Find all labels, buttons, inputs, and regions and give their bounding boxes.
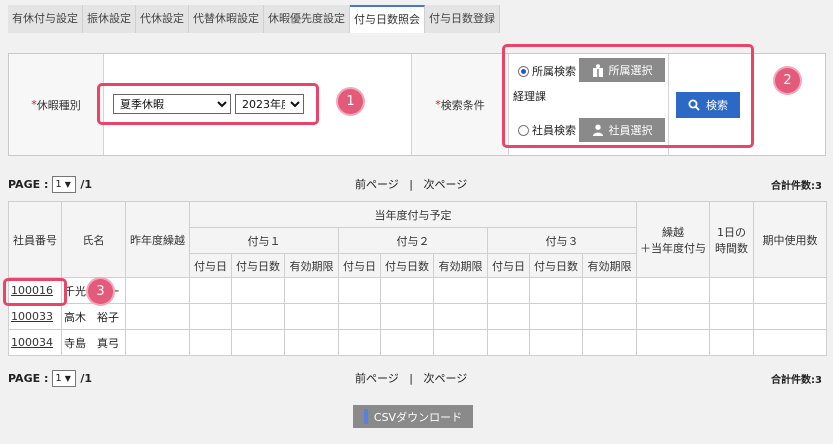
header-expiry: 有効期限 [581,253,638,278]
page-total: /1 [80,371,93,385]
header-plan: 当年度付与予定 [188,201,638,228]
header-expiry: 有効期限 [284,253,339,278]
page-label: PAGE : [8,371,49,385]
nav-separator: | [409,178,413,191]
header-name: 氏名 [61,201,126,278]
pager-top: PAGE : 1 ▼ /1 前ページ | 次ページ 合計件数:3 [8,174,826,194]
callout-highlight-3 [3,278,67,306]
grant-days-table: 社員番号 氏名 昨年度繰越 当年度付与予定 繰越 ＋当年度付与 1日の 時間数 期中… [8,201,828,356]
callout-highlight-1 [97,83,319,125]
tab-bar: 有休付与設定 振休設定 代休設定 代替休暇設定 休暇優先度設定 付与日数照会 付… [8,5,500,33]
condition-label-cell: * 検索条件 [412,54,509,155]
tab-substitute-holiday[interactable]: 振休設定 [83,5,136,33]
tab-paid-leave-grant[interactable]: 有休付与設定 [8,5,83,33]
page-select[interactable]: 1 ▼ [52,175,77,193]
pager-bottom: PAGE : 1 ▼ /1 前ページ | 次ページ 合計件数:3 [8,368,826,388]
header-grant-days: 付与日数 [380,253,434,278]
header-grant-date: 付与日 [487,253,530,278]
tab-grant-days-registration[interactable]: 付与日数登録 [425,5,500,33]
page-nav: 前ページ | 次ページ [355,176,467,192]
header-hours-per-day: 1日の 時間数 [709,201,755,278]
chevron-down-icon: ▼ [64,373,71,383]
page-label: PAGE : [8,177,49,191]
tab-alternative-leave[interactable]: 代替休暇設定 [189,5,264,33]
table-row: 100034 寺島 真弓 [8,329,828,356]
condition-label: 検索条件 [440,98,485,112]
next-page-link[interactable]: 次ページ [424,178,468,191]
callout-badge-3: 3 [88,279,113,304]
table-row: 100016 千光 奈一 [8,277,828,304]
header-carryover-prev: 昨年度繰越 [125,201,190,278]
prev-page-link[interactable]: 前ページ [355,178,399,191]
emp-no-cell: 100033 [8,303,62,330]
header-grant-date: 付与日 [338,253,381,278]
header-grant-2: 付与２ [338,227,488,254]
page-nav: 前ページ | 次ページ [355,370,467,386]
prev-page-link[interactable]: 前ページ [355,372,399,385]
header-grant-1: 付与１ [189,227,339,254]
name-cell: 寺島 真弓 [61,329,126,356]
header-grant-days: 付与日数 [231,253,285,278]
callout-highlight-2 [502,44,754,148]
download-marker-icon [363,409,368,424]
csv-download-label: CSVダウンロード [373,410,463,424]
page-select[interactable]: 1 ▼ [52,369,77,387]
header-grant-date: 付与日 [189,253,232,278]
header-carry-plus: 繰越 ＋当年度付与 [636,201,711,278]
chevron-down-icon: ▼ [64,179,71,189]
callout-badge-2: 2 [775,68,800,93]
emp-no-link[interactable]: 100034 [11,336,53,349]
leave-type-label: 休暇種別 [36,98,81,112]
page-total: /1 [80,177,93,191]
leave-type-label-cell: * 休暇種別 [9,54,104,155]
header-grant-days: 付与日数 [529,253,583,278]
emp-no-link[interactable]: 100033 [11,310,53,323]
header-emp-no: 社員番号 [8,201,62,278]
header-expiry: 有効期限 [433,253,488,278]
header-used: 期中使用数 [753,201,828,278]
header-grant-3: 付与３ [486,227,638,254]
name-cell: 高木 裕子 [61,303,126,330]
total-count: 合計件数:3 [771,374,822,386]
nav-separator: | [409,372,413,385]
callout-badge-1: 1 [338,89,363,114]
tab-grant-days-inquiry[interactable]: 付与日数照会 [350,5,425,33]
tab-leave-priority[interactable]: 休暇優先度設定 [264,5,350,33]
total-count: 合計件数:3 [771,180,822,192]
tab-compensatory-leave[interactable]: 代休設定 [136,5,189,33]
csv-download-button[interactable]: CSVダウンロード [353,405,473,428]
next-page-link[interactable]: 次ページ [424,372,468,385]
emp-no-cell: 100034 [8,329,62,356]
table-row: 100033 高木 裕子 [8,303,828,330]
